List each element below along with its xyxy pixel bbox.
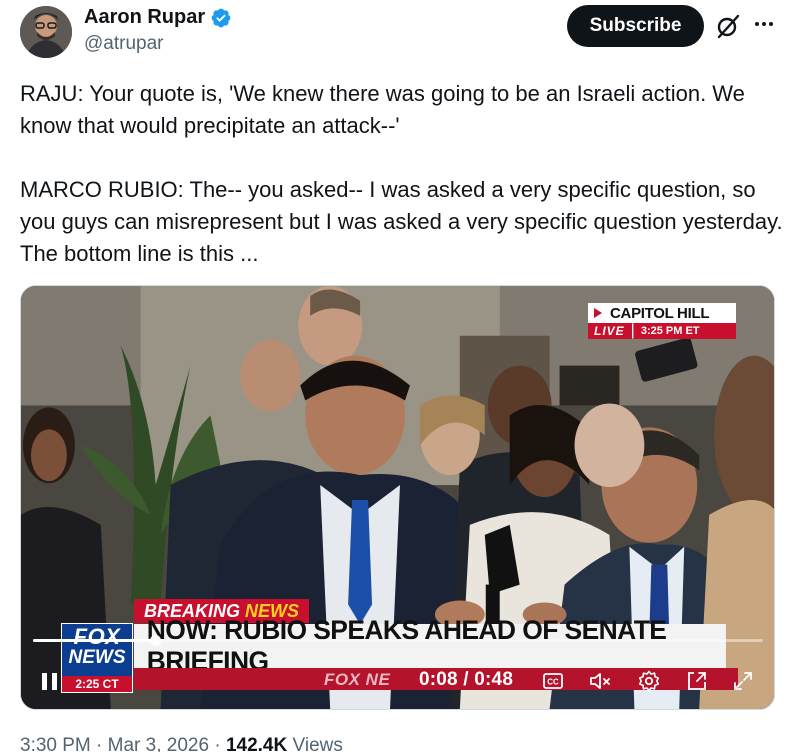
play-triangle-icon bbox=[594, 308, 602, 318]
pause-icon[interactable] bbox=[39, 670, 61, 692]
location-banner: CAPITOL HILL bbox=[588, 303, 736, 323]
more-dot bbox=[762, 22, 766, 26]
pause-bar bbox=[52, 673, 57, 690]
live-label: LIVE bbox=[594, 324, 625, 338]
mute-icon[interactable] bbox=[588, 669, 612, 693]
views-count: 142.4K bbox=[225, 735, 288, 752]
location-bug: CAPITOL HILL LIVE | 3:25 PM ET bbox=[588, 303, 736, 341]
live-divider: | bbox=[630, 322, 635, 339]
live-time: 3:25 PM ET bbox=[640, 325, 700, 337]
more-dot bbox=[769, 22, 773, 26]
logo-fox: FOX bbox=[73, 624, 121, 649]
verified-badge-icon bbox=[211, 8, 231, 27]
svg-text:CC: CC bbox=[547, 678, 559, 687]
views-label: Views bbox=[292, 735, 343, 752]
video-progress-bar[interactable] bbox=[33, 635, 763, 646]
subscribe-button[interactable]: Subscribe bbox=[567, 5, 704, 47]
meta-separator: · bbox=[214, 735, 226, 752]
more-dot bbox=[755, 22, 759, 26]
location-text: CAPITOL HILL bbox=[610, 304, 710, 322]
live-banner: LIVE | 3:25 PM ET bbox=[588, 322, 736, 339]
video-player[interactable]: CAPITOL HILL LIVE | 3:25 PM ET BREAKING … bbox=[20, 285, 775, 710]
more-horizontal-icon[interactable] bbox=[748, 8, 780, 40]
tweet-meta: 3:30 PM · Mar 3, 2026 · 142.4K Views bbox=[20, 735, 343, 752]
author-handle[interactable]: @atrupar bbox=[84, 33, 164, 55]
pause-bar bbox=[42, 673, 47, 690]
video-time: 0:08 / 0:48 bbox=[419, 669, 514, 690]
tweet-paragraph: RAJU: Your quote is, 'We knew there was … bbox=[20, 81, 745, 138]
tweet-text: RAJU: Your quote is, 'We knew there was … bbox=[20, 78, 785, 270]
grok-slash-icon[interactable] bbox=[714, 12, 742, 40]
avatar-image bbox=[20, 6, 72, 58]
tweet-paragraph: MARCO RUBIO: The-- you asked-- I was ask… bbox=[20, 177, 783, 266]
tweet-time[interactable]: 3:30 PM bbox=[20, 735, 91, 752]
logo-news: NEWS bbox=[68, 647, 126, 668]
tweet-date[interactable]: Mar 3, 2026 bbox=[108, 735, 209, 752]
video-controls: 0:08 / 0:48 CC bbox=[21, 666, 774, 696]
author-display-name[interactable]: Aaron Rupar bbox=[84, 6, 205, 29]
picture-in-picture-icon[interactable] bbox=[685, 669, 709, 693]
settings-icon[interactable] bbox=[637, 669, 661, 693]
video-scrubber-handle[interactable] bbox=[149, 635, 161, 646]
fullscreen-icon[interactable] bbox=[731, 669, 755, 693]
captions-icon[interactable]: CC bbox=[541, 669, 565, 693]
video-progress-fill bbox=[33, 639, 155, 642]
meta-separator: · bbox=[96, 735, 108, 752]
author-avatar[interactable] bbox=[20, 6, 72, 58]
author-name-row[interactable]: Aaron Rupar bbox=[84, 6, 232, 29]
chyron-headline: NOW: RUBIO SPEAKS AHEAD OF SENATE BRIEFI… bbox=[134, 615, 726, 676]
